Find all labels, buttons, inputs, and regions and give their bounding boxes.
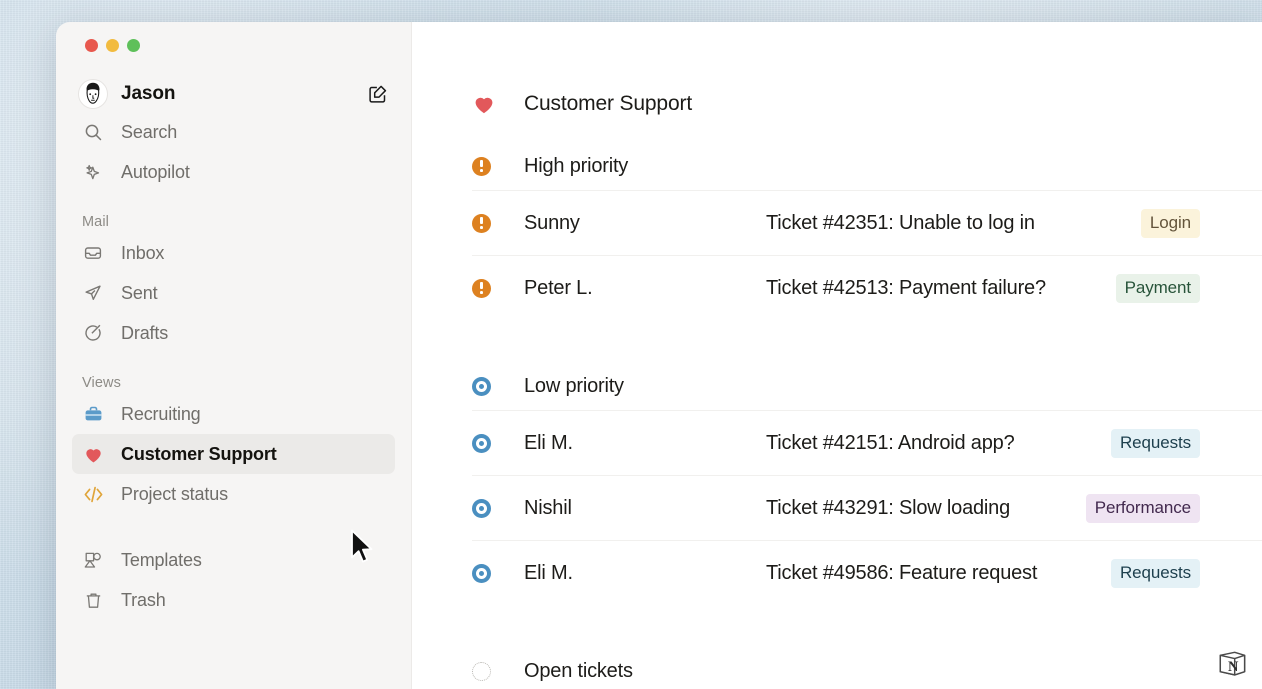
- sidebar-item-label: Recruiting: [121, 403, 201, 424]
- target-circle-blue-icon: [472, 498, 498, 518]
- code-brackets-icon: [82, 483, 104, 505]
- sidebar-item-autopilot[interactable]: Autopilot: [72, 152, 395, 192]
- desktop-background: Jason Search Autopilot Mail Inbox Sent D…: [0, 0, 1262, 689]
- inbox-tray-icon: [82, 242, 104, 264]
- sidebar: Jason Search Autopilot Mail Inbox Sent D…: [56, 22, 412, 689]
- user-account-row[interactable]: Jason: [72, 76, 395, 112]
- avatar: [78, 79, 108, 109]
- heart-icon: [472, 92, 498, 116]
- sidebar-item-label: Autopilot: [121, 161, 190, 182]
- page-title-row: Customer Support: [472, 76, 1262, 132]
- compose-pencil-square-icon[interactable]: [367, 83, 389, 105]
- sidebar-item-templates[interactable]: Templates: [72, 540, 395, 580]
- row-person: Nishil: [524, 496, 572, 519]
- drafts-circle-pencil-icon: [82, 322, 104, 344]
- sparkles-icon: [82, 161, 104, 183]
- row-subject: Ticket #42513: Payment failure?: [766, 276, 1046, 299]
- table-row[interactable]: Eli M. Ticket #49586: Feature request Re…: [472, 540, 1262, 605]
- sidebar-item-search[interactable]: Search: [72, 112, 395, 152]
- user-name: Jason: [121, 83, 176, 104]
- row-subject: Ticket #49586: Feature request: [766, 561, 1038, 584]
- notion-cube-logo: N: [1214, 645, 1250, 681]
- maximize-window-button[interactable]: [127, 39, 140, 52]
- target-circle-blue-icon: [472, 563, 498, 583]
- trash-icon: [82, 589, 104, 611]
- target-circle-blue-icon: [472, 376, 498, 396]
- target-circle-blue-icon: [472, 433, 498, 453]
- sidebar-item-recruiting[interactable]: Recruiting: [72, 394, 395, 434]
- sidebar-item-label: Drafts: [121, 322, 169, 343]
- row-person: Eli M.: [524, 561, 573, 584]
- sidebar-item-inbox[interactable]: Inbox: [72, 233, 395, 273]
- status-badge[interactable]: Payment: [1115, 273, 1200, 303]
- exclamation-circle-orange-icon: [472, 156, 498, 176]
- notion-logo-letter: N: [1228, 659, 1239, 675]
- sidebar-item-label: Inbox: [121, 242, 165, 263]
- row-subject: Ticket #43291: Slow loading: [766, 496, 1011, 519]
- sidebar-item-label: Sent: [121, 282, 158, 303]
- window-traffic-lights: [72, 22, 395, 52]
- sidebar-item-drafts[interactable]: Drafts: [72, 313, 395, 353]
- sidebar-item-trash[interactable]: Trash: [72, 580, 395, 620]
- row-subject: Ticket #42351: Unable to log in: [766, 211, 1035, 234]
- row-person: Sunny: [524, 211, 580, 234]
- heart-icon: [82, 443, 104, 465]
- status-badge[interactable]: Requests: [1110, 558, 1200, 588]
- row-person: Eli M.: [524, 431, 573, 454]
- paper-plane-icon: [82, 282, 104, 304]
- sidebar-item-label: Project status: [121, 483, 228, 504]
- user-avatar-face-icon: [86, 82, 100, 104]
- briefcase-icon: [82, 403, 104, 425]
- sidebar-item-label: Customer Support: [121, 443, 277, 464]
- group-label: Low priority: [524, 374, 624, 397]
- sidebar-item-customer-support[interactable]: Customer Support: [72, 434, 395, 474]
- dotted-circle-icon: [472, 661, 498, 681]
- group-label: Open tickets: [524, 659, 633, 682]
- sidebar-section-views-title: Views: [82, 375, 121, 391]
- minimize-window-button[interactable]: [106, 39, 119, 52]
- app-window: Jason Search Autopilot Mail Inbox Sent D…: [56, 22, 1262, 689]
- row-person: Peter L.: [524, 276, 593, 299]
- table-row[interactable]: Sunny Ticket #42351: Unable to log in Lo…: [472, 190, 1262, 255]
- table-row[interactable]: Peter L. Ticket #42513: Payment failure?…: [472, 255, 1262, 320]
- main-content: Customer Support High priority Sunny Tic…: [412, 22, 1262, 689]
- sidebar-item-label: Search: [121, 121, 178, 142]
- sidebar-item-label: Trash: [121, 589, 166, 610]
- group-label: High priority: [524, 154, 629, 177]
- status-badge[interactable]: Performance: [1085, 493, 1200, 523]
- sidebar-item-project-status[interactable]: Project status: [72, 474, 395, 514]
- table-row[interactable]: Eli M. Ticket #42151: Android app? Reque…: [472, 410, 1262, 475]
- row-subject: Ticket #42151: Android app?: [766, 431, 1015, 454]
- group-header-high-priority[interactable]: High priority: [472, 132, 1262, 190]
- exclamation-circle-orange-icon: [472, 278, 498, 298]
- status-badge[interactable]: Requests: [1110, 428, 1200, 458]
- templates-icon: [82, 549, 104, 571]
- sidebar-item-label: Templates: [121, 549, 202, 570]
- sidebar-item-sent[interactable]: Sent: [72, 273, 395, 313]
- page-title: Customer Support: [524, 92, 693, 115]
- group-header-low-priority[interactable]: Low priority: [472, 352, 1262, 410]
- sidebar-section-mail-title: Mail: [82, 214, 109, 230]
- status-badge[interactable]: Login: [1140, 208, 1200, 238]
- close-window-button[interactable]: [85, 39, 98, 52]
- table-row[interactable]: Nishil Ticket #43291: Slow loading Perfo…: [472, 475, 1262, 540]
- search-icon: [82, 121, 104, 143]
- group-header-open-tickets[interactable]: Open tickets: [472, 637, 1262, 689]
- exclamation-circle-orange-icon: [472, 213, 498, 233]
